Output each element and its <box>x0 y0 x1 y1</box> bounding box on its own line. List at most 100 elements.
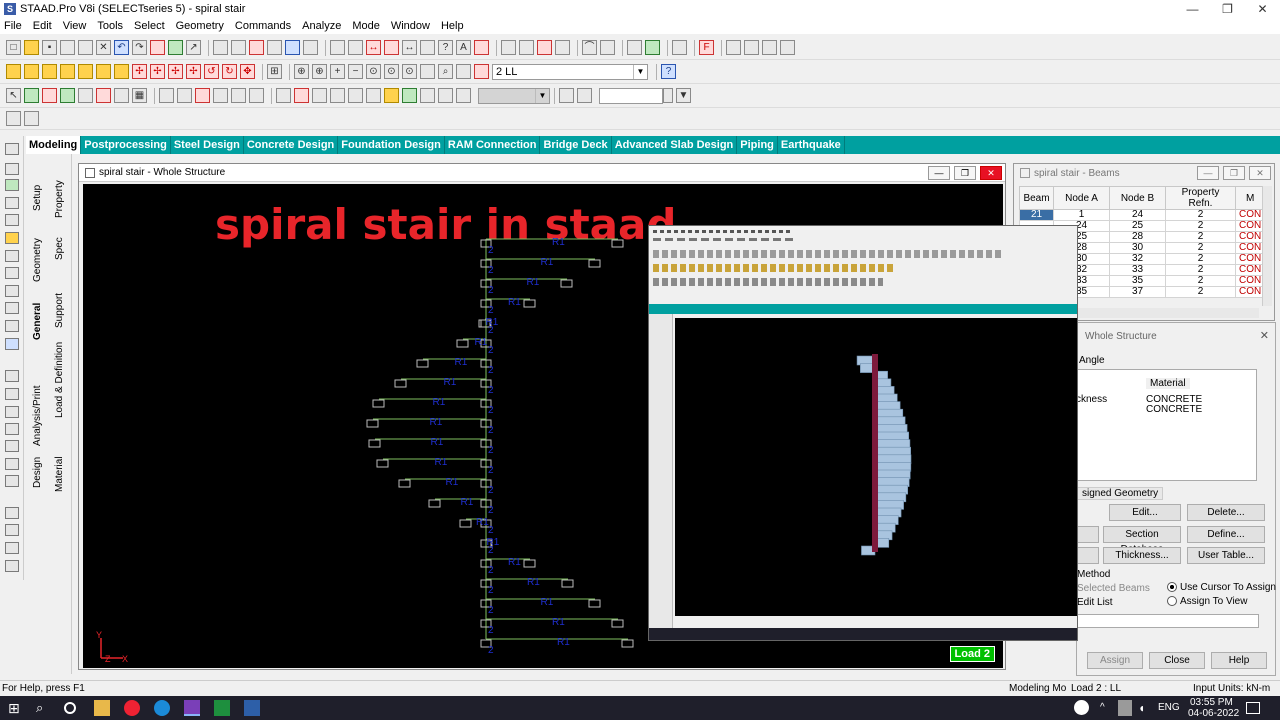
add-plate-icon[interactable] <box>60 88 75 103</box>
rotate-up-icon[interactable]: ✢ <box>132 64 147 79</box>
member-label-r1[interactable]: R1 <box>527 277 540 288</box>
select-solids-icon[interactable] <box>5 197 19 209</box>
run-analysis-icon[interactable] <box>150 40 165 55</box>
display-icon[interactable] <box>559 88 574 103</box>
zoom-out-icon[interactable]: − <box>348 64 363 79</box>
window-1-icon[interactable] <box>726 40 741 55</box>
new-file-icon[interactable]: □ <box>6 40 21 55</box>
open-file-icon[interactable] <box>24 40 39 55</box>
minimize-button[interactable]: — <box>1175 0 1210 18</box>
whats-this-icon[interactable]: ? <box>661 64 676 79</box>
connect-beams-icon[interactable] <box>213 88 228 103</box>
view-left-icon[interactable] <box>60 64 75 79</box>
menu-help[interactable]: Help <box>441 20 464 32</box>
shading-icon[interactable] <box>456 64 471 79</box>
end-support-node[interactable] <box>611 239 624 248</box>
calc-icon[interactable] <box>577 88 592 103</box>
member-label-2[interactable]: 2 <box>488 585 494 596</box>
member-label-2[interactable]: 2 <box>488 485 494 496</box>
member-label-r1[interactable]: R1 <box>552 237 565 248</box>
end-support-node[interactable] <box>560 279 573 288</box>
view-right-icon[interactable] <box>78 64 93 79</box>
end-support-node[interactable] <box>394 379 407 388</box>
user-table-button[interactable]: User Table... <box>1187 547 1265 564</box>
page-spec[interactable]: Spec <box>54 232 65 260</box>
redo-view-icon[interactable] <box>24 111 39 126</box>
undo-view-icon[interactable] <box>6 111 21 126</box>
menu-window[interactable]: Window <box>391 20 430 32</box>
member-label-r1[interactable]: R1 <box>431 437 444 448</box>
view-bottom-icon[interactable] <box>114 64 129 79</box>
selected-beams-option[interactable]: Selected Beams <box>1077 583 1150 594</box>
mirror-icon[interactable] <box>114 88 129 103</box>
page-icon[interactable] <box>330 40 345 55</box>
solid-cursor-icon[interactable] <box>330 88 345 103</box>
end-support-node[interactable] <box>523 559 536 568</box>
symbols-icon[interactable] <box>519 40 534 55</box>
zoom-all-icon[interactable]: ⊙ <box>402 64 417 79</box>
load-combination-icon[interactable] <box>5 542 19 554</box>
add-plate-strip-icon[interactable] <box>5 302 19 314</box>
media-app-icon[interactable] <box>244 700 260 716</box>
member-tension-icon[interactable] <box>5 475 19 487</box>
end-support-node[interactable] <box>523 299 536 308</box>
page-support[interactable]: Support <box>54 282 65 328</box>
align-icon[interactable] <box>627 40 642 55</box>
insert-node-icon[interactable] <box>159 88 174 103</box>
select-missing-icon[interactable] <box>456 88 471 103</box>
spin-left-icon[interactable]: ↺ <box>204 64 219 79</box>
rotate-left-icon[interactable]: ✢ <box>168 64 183 79</box>
use-cursor-option[interactable]: Use Cursor To Assign <box>1167 582 1276 593</box>
structure-restore-button[interactable]: ❐ <box>954 166 976 180</box>
structure-minimize-button[interactable]: — <box>928 166 950 180</box>
windows-start-icon[interactable]: ⊞ <box>8 700 24 716</box>
picture-icon[interactable] <box>267 40 282 55</box>
edit-list-input[interactable] <box>1077 614 1259 628</box>
cursor-node-icon[interactable]: ↖ <box>6 88 21 103</box>
menu-analyze[interactable]: Analyze <box>302 20 341 32</box>
menu-edit[interactable]: Edit <box>33 20 52 32</box>
tab-postprocessing[interactable]: Postprocessing <box>81 136 171 154</box>
help-button[interactable]: Help <box>1211 652 1267 669</box>
move-icon[interactable] <box>249 88 264 103</box>
clock-date[interactable]: 04-06-2022 <box>1188 708 1239 719</box>
view-top-icon[interactable] <box>96 64 111 79</box>
network-icon[interactable] <box>1118 700 1132 716</box>
add-solid-icon[interactable] <box>5 320 19 332</box>
member-label-2[interactable]: 2 <box>488 305 494 316</box>
member-label-r1[interactable]: R1 <box>461 497 474 508</box>
load-case-select[interactable]: 2 LL ▼ <box>492 63 648 80</box>
page-material[interactable]: Material <box>54 446 65 492</box>
tab-modeling[interactable]: Modeling <box>26 136 82 154</box>
spin-right-icon[interactable]: ↻ <box>222 64 237 79</box>
member-label-2[interactable]: 2 <box>488 345 494 356</box>
member-label-2[interactable]: 2 <box>488 325 494 336</box>
page-geometry[interactable]: Geometry <box>32 224 43 282</box>
load-view-icon[interactable] <box>474 64 489 79</box>
redo-icon[interactable]: ↷ <box>132 40 147 55</box>
col-beam[interactable]: Beam <box>1019 186 1054 210</box>
plate-cursor-icon[interactable] <box>312 88 327 103</box>
beam-cursor-icon[interactable] <box>276 88 291 103</box>
edge-icon[interactable] <box>154 700 170 716</box>
arrow-down-icon[interactable] <box>672 40 687 55</box>
circular-repeat-icon[interactable] <box>96 88 111 103</box>
view-select[interactable]: ▼ <box>478 87 550 104</box>
end-support-node[interactable] <box>416 359 429 368</box>
select-plates-icon[interactable] <box>5 179 19 191</box>
inverse-select-icon[interactable] <box>420 88 435 103</box>
merge-beam-icon[interactable] <box>195 88 210 103</box>
maximize-button[interactable]: ❐ <box>1210 0 1245 18</box>
opera-icon[interactable] <box>124 700 140 716</box>
edit-list-option[interactable]: Edit List <box>1077 597 1113 608</box>
undo-icon[interactable]: ↶ <box>114 40 129 55</box>
add-node-icon[interactable] <box>5 267 19 279</box>
menu-select[interactable]: Select <box>134 20 165 32</box>
add-beam-strip-icon[interactable] <box>5 285 19 297</box>
help-tray-icon[interactable] <box>1074 700 1089 715</box>
end-support-node[interactable] <box>366 419 379 428</box>
zoom-window-icon[interactable]: ⊕ <box>294 64 309 79</box>
value-input[interactable] <box>599 87 663 104</box>
tab-ram-connection[interactable]: RAM Connection <box>445 136 541 154</box>
select-nodes-icon[interactable] <box>5 143 19 155</box>
